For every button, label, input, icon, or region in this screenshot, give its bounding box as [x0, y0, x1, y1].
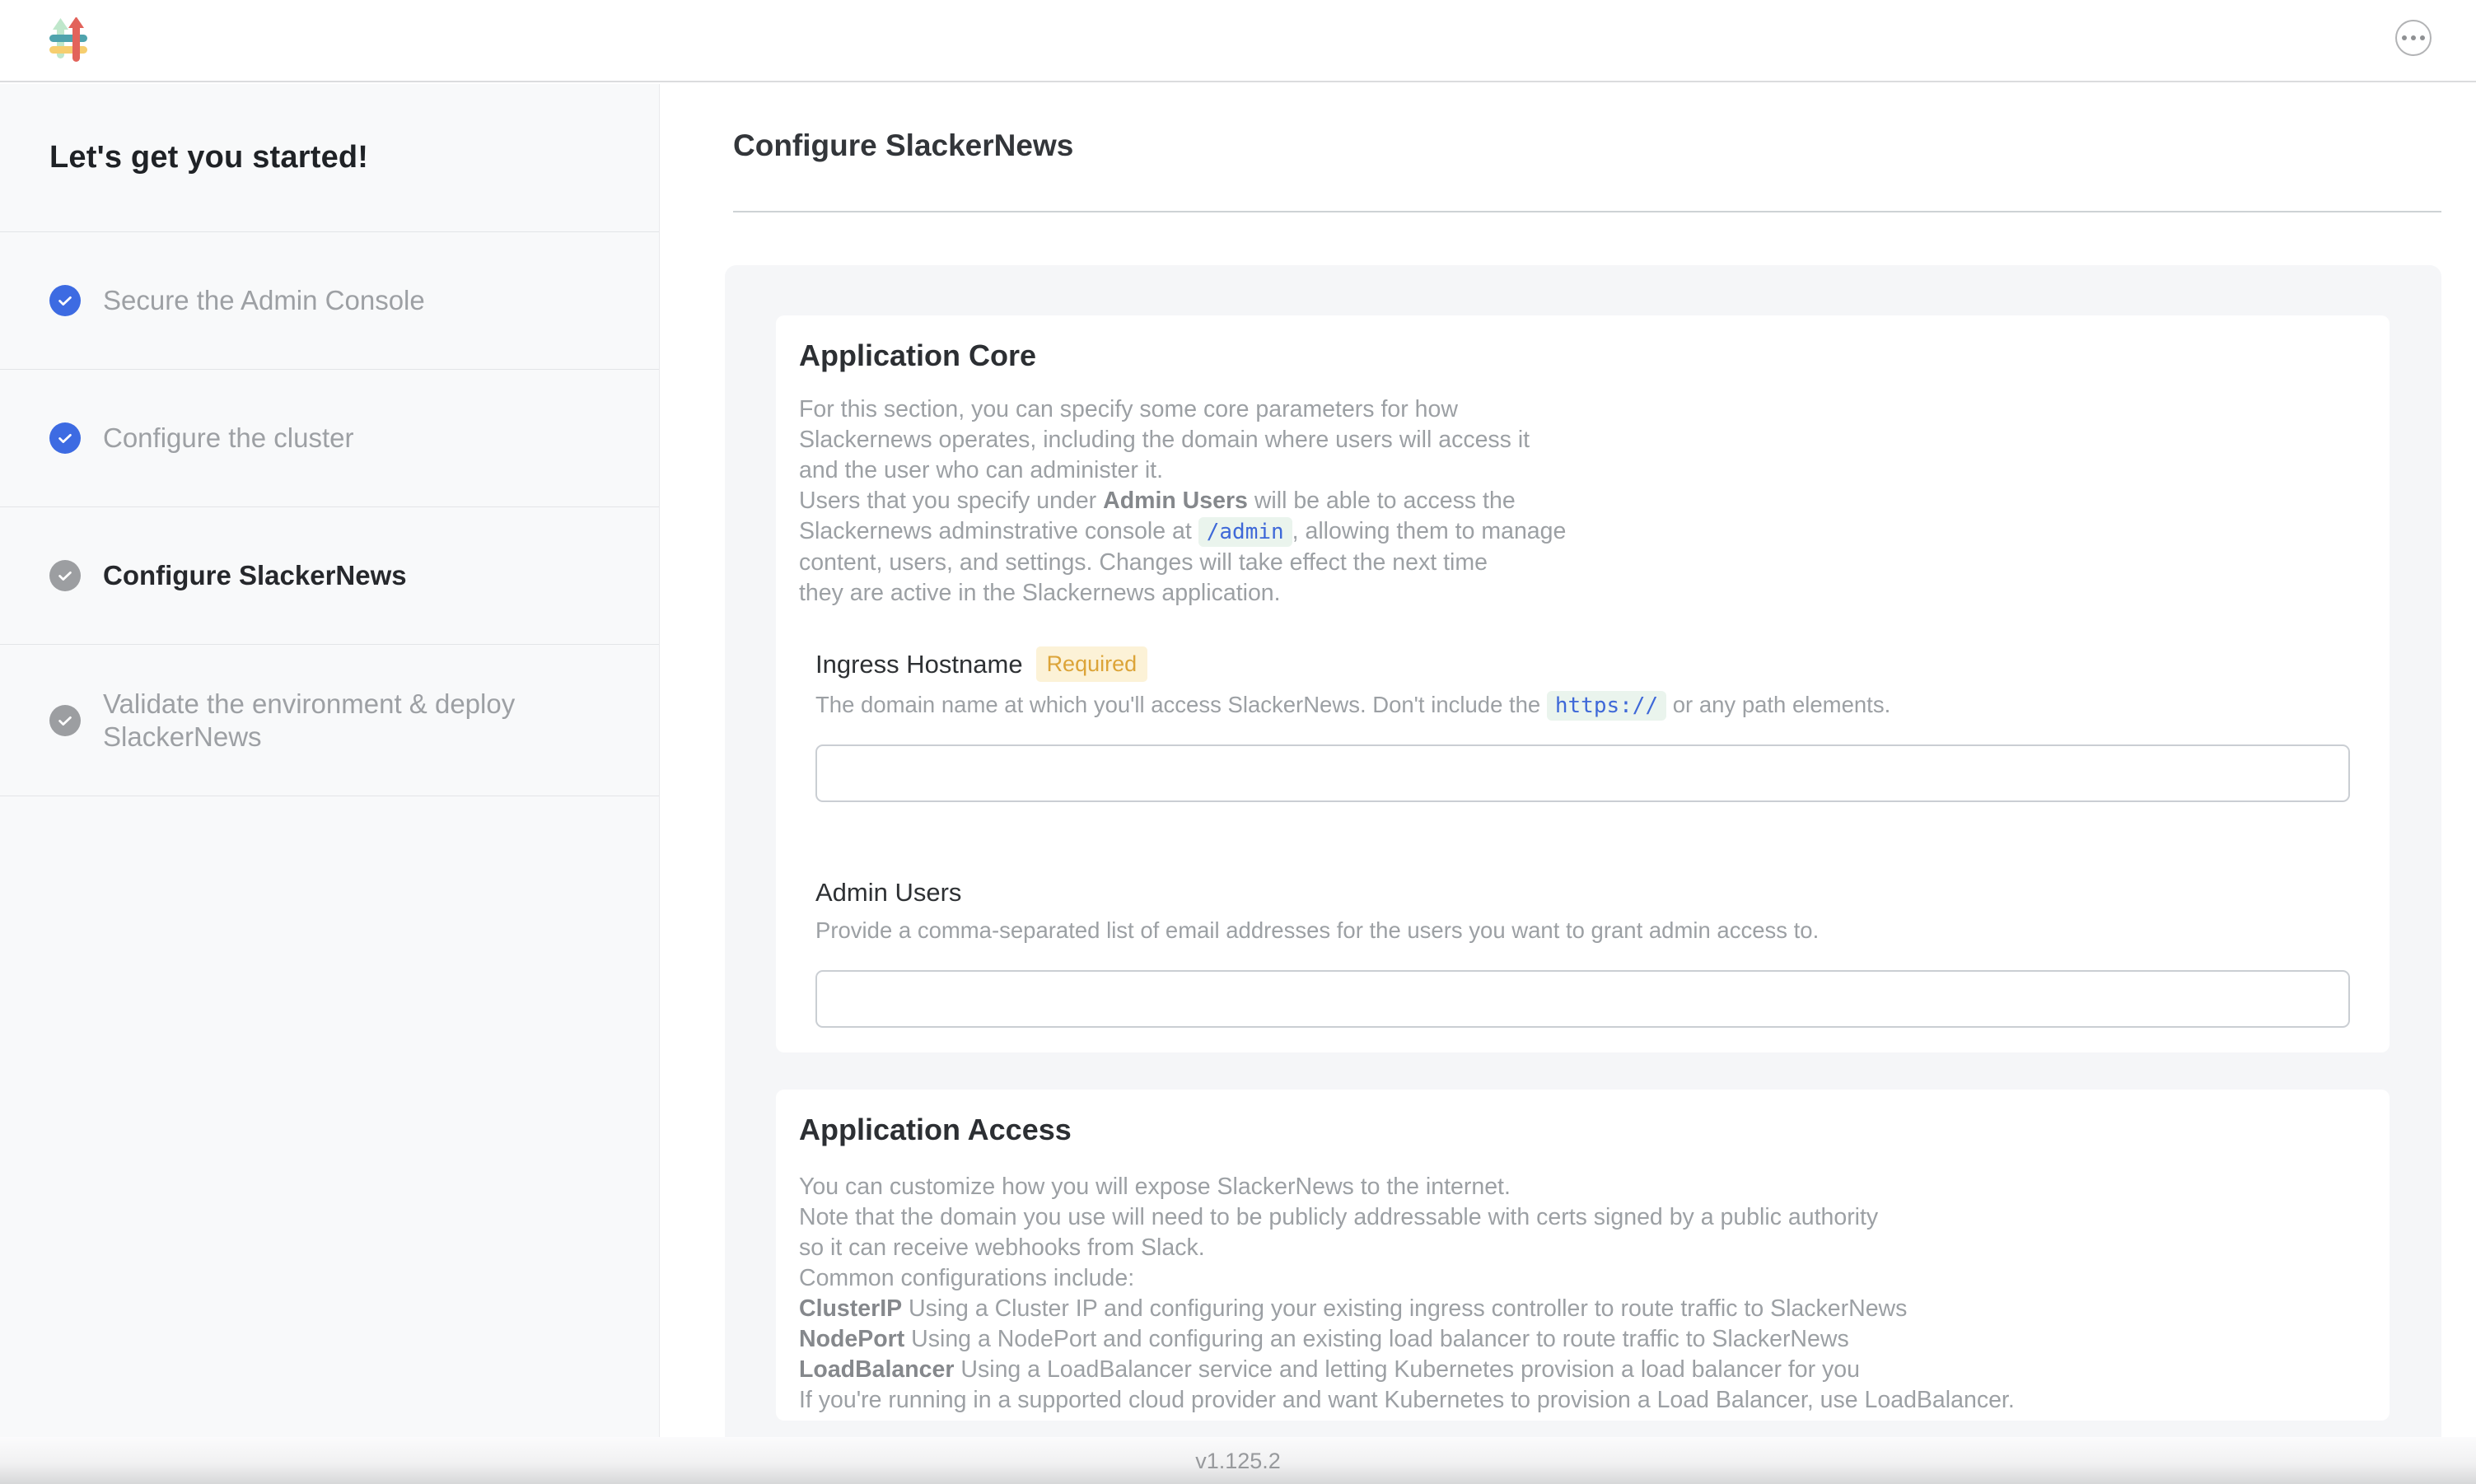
config-panel: Application Core For this section, you c… — [725, 265, 2441, 1437]
sidebar-step-secure-admin-console[interactable]: Secure the Admin Console — [0, 232, 659, 370]
sidebar-heading-block: Let's get you started! — [0, 84, 659, 232]
slackernews-logo-icon — [47, 17, 90, 65]
required-badge: Required — [1036, 646, 1148, 682]
ingress-hostname-helper: The domain name at which you'll access S… — [815, 692, 2350, 718]
step-label: Validate the environment & deploy Slacke… — [103, 688, 581, 754]
overflow-menu-button[interactable] — [2395, 20, 2432, 56]
application-access-heading: Application Access — [799, 1113, 2366, 1147]
https-code-chip: https:// — [1547, 691, 1666, 721]
admin-users-helper: Provide a comma-separated list of email … — [815, 917, 2350, 944]
setup-steps-sidebar: Let's get you started! Secure the Admin … — [0, 84, 660, 1437]
step-label: Configure the cluster — [103, 422, 354, 455]
application-core-card: Application Core For this section, you c… — [776, 315, 2390, 1052]
admin-users-label: Admin Users — [815, 878, 961, 908]
version-label: v1.125.2 — [1195, 1449, 1281, 1474]
footer: v1.125.2 — [0, 1437, 2476, 1484]
check-circle-icon — [49, 560, 81, 591]
title-divider — [733, 211, 2441, 212]
check-circle-icon — [49, 705, 81, 736]
admin-users-input[interactable] — [815, 970, 2350, 1028]
sidebar-heading: Let's get you started! — [49, 140, 368, 175]
check-circle-icon — [49, 285, 81, 316]
page-title: Configure SlackerNews — [733, 128, 1073, 163]
ingress-hostname-label: Ingress Hostname — [815, 650, 1023, 679]
admin-path-code-chip: /admin — [1198, 517, 1292, 547]
topbar — [0, 0, 2476, 82]
ingress-hostname-input[interactable] — [815, 744, 2350, 802]
sidebar-step-configure-cluster[interactable]: Configure the cluster — [0, 370, 659, 507]
check-circle-icon — [49, 422, 81, 454]
step-label: Secure the Admin Console — [103, 284, 425, 317]
application-access-card: Application Access You can customize how… — [776, 1090, 2390, 1421]
step-label-current: Configure SlackerNews — [103, 559, 407, 592]
sidebar-step-validate-deploy[interactable]: Validate the environment & deploy Slacke… — [0, 645, 659, 796]
application-access-description: You can customize how you will expose Sl… — [799, 1172, 2366, 1416]
application-core-heading: Application Core — [799, 338, 2366, 373]
application-core-description: For this section, you can specify some c… — [799, 394, 2366, 609]
admin-users-field-group: Admin Users Provide a comma-separated li… — [815, 878, 2350, 1028]
ingress-hostname-field-group: Ingress Hostname Required The domain nam… — [815, 646, 2350, 802]
sidebar-step-configure-slackernews[interactable]: Configure SlackerNews — [0, 507, 659, 645]
ellipsis-icon — [2402, 35, 2407, 40]
